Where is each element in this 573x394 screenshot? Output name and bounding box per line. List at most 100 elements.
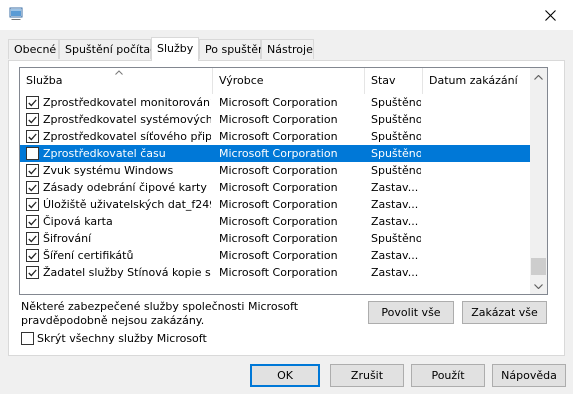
service-name: Zprostředkovatel systémových ... xyxy=(43,113,211,126)
service-disabled-date xyxy=(429,179,529,196)
service-checkbox[interactable] xyxy=(26,249,39,262)
service-status: Spuštěno xyxy=(371,130,421,143)
service-checkbox[interactable] xyxy=(26,181,39,194)
service-name: Úložiště uživatelských dat_f24924c xyxy=(43,198,211,211)
table-row[interactable]: Zásady odebrání čipové karty Microsoft Co… xyxy=(20,179,533,196)
enable-all-button[interactable]: Povolit vše xyxy=(368,301,454,324)
table-row[interactable]: Zprostředkovatel času Microsoft Corporati… xyxy=(20,145,533,162)
table-row[interactable]: Žadatel služby Stínová kopie sva... Micro… xyxy=(20,264,533,281)
service-vendor: Microsoft Corporation xyxy=(219,215,338,228)
ok-button[interactable]: OK xyxy=(250,364,320,387)
service-vendor: Microsoft Corporation xyxy=(219,96,338,109)
service-checkbox[interactable] xyxy=(26,96,39,109)
disable-all-button[interactable]: Zakázat vše xyxy=(462,301,547,324)
table-row[interactable]: Zvuk systému Windows Microsoft Corporatio… xyxy=(20,162,533,179)
service-name: Zprostředkovatel času xyxy=(43,147,166,160)
service-name: Čipová karta xyxy=(43,215,113,228)
chevron-up-icon xyxy=(534,70,543,83)
service-disabled-date xyxy=(429,162,529,179)
service-name: Šifrování xyxy=(43,232,92,245)
service-disabled-date xyxy=(429,111,529,128)
service-name: Zásady odebrání čipové karty xyxy=(43,181,207,194)
close-button[interactable] xyxy=(527,0,573,30)
checkmark-icon xyxy=(28,116,37,124)
checkmark-icon xyxy=(28,218,37,226)
service-checkbox[interactable] xyxy=(26,198,39,211)
service-disabled-date xyxy=(429,94,529,111)
service-vendor: Microsoft Corporation xyxy=(219,147,338,160)
column-header-vendor[interactable]: Výrobce xyxy=(213,68,365,94)
services-list[interactable]: Služba Výrobce Stav Datum zakázání Zpros… xyxy=(19,67,548,295)
service-status: Spuštěno xyxy=(371,232,421,245)
checkmark-icon xyxy=(28,99,37,107)
service-checkbox[interactable] xyxy=(26,113,39,126)
scroll-up-button[interactable] xyxy=(530,68,547,85)
service-vendor: Microsoft Corporation xyxy=(219,249,338,262)
checkmark-icon xyxy=(28,269,37,277)
service-name: Šíření certifikátů xyxy=(43,249,134,262)
table-row[interactable]: Šifrování Microsoft Corporation Spuštěno xyxy=(20,230,533,247)
service-name: Zprostředkovatel monitorování ... xyxy=(43,96,211,109)
service-status: Zastav... xyxy=(371,181,419,194)
chevron-down-icon xyxy=(534,279,543,292)
table-row[interactable]: Zprostředkovatel síťového připo... Micros… xyxy=(20,128,533,145)
title-bar xyxy=(0,0,573,30)
scroll-down-button[interactable] xyxy=(530,277,547,294)
service-disabled-date xyxy=(429,247,529,264)
service-vendor: Microsoft Corporation xyxy=(219,198,338,211)
service-vendor: Microsoft Corporation xyxy=(219,266,338,279)
column-label: Výrobce xyxy=(219,74,264,87)
service-checkbox[interactable] xyxy=(26,130,39,143)
service-checkbox[interactable] xyxy=(26,147,39,160)
apply-button[interactable]: Použít xyxy=(411,364,485,387)
table-row[interactable]: Úložiště uživatelských dat_f24924c Micros… xyxy=(20,196,533,213)
service-checkbox[interactable] xyxy=(26,164,39,177)
hide-microsoft-services-checkbox[interactable] xyxy=(21,332,34,345)
service-checkbox[interactable] xyxy=(26,232,39,245)
cancel-button[interactable]: Zrušit xyxy=(330,364,404,387)
msconfig-icon xyxy=(9,7,23,21)
column-header-status[interactable]: Stav xyxy=(365,68,423,94)
service-status: Spuštěno xyxy=(371,113,421,126)
table-row[interactable]: Čipová karta Microsoft Corporation Zastav.… xyxy=(20,213,533,230)
column-label: Stav xyxy=(371,74,396,87)
service-vendor: Microsoft Corporation xyxy=(219,113,338,126)
checkmark-icon xyxy=(28,252,37,260)
service-status: Spuštěno xyxy=(371,96,421,109)
tab-startup[interactable]: Po spuštění xyxy=(199,39,268,59)
column-label: Datum zakázání xyxy=(429,74,518,87)
column-header-service[interactable]: Služba xyxy=(20,68,213,94)
tab-boot[interactable]: Spuštění počítače xyxy=(59,39,163,59)
service-status: Spuštěno xyxy=(371,147,421,160)
service-vendor: Microsoft Corporation xyxy=(219,164,338,177)
tab-tools[interactable]: Nástroje xyxy=(261,39,314,59)
service-checkbox[interactable] xyxy=(26,266,39,279)
service-name: Zprostředkovatel síťového připo... xyxy=(43,130,211,143)
service-name: Žadatel služby Stínová kopie sva... xyxy=(43,266,211,279)
service-disabled-date xyxy=(429,230,529,247)
checkmark-icon xyxy=(28,133,37,141)
table-row[interactable]: Zprostředkovatel systémových ... Microsof… xyxy=(20,111,533,128)
tab-general[interactable]: Obecné xyxy=(8,39,59,59)
service-disabled-date xyxy=(429,128,529,145)
service-status: Zastav... xyxy=(371,198,419,211)
checkmark-icon xyxy=(28,235,37,243)
vertical-scrollbar[interactable] xyxy=(530,68,547,294)
column-label: Služba xyxy=(26,74,63,87)
help-button[interactable]: Nápověda xyxy=(492,364,566,387)
table-row[interactable]: Šíření certifikátů Microsoft Corporation Z… xyxy=(20,247,533,264)
scroll-thumb[interactable] xyxy=(531,258,546,275)
service-status: Zastav... xyxy=(371,266,419,279)
service-checkbox[interactable] xyxy=(26,215,39,228)
checkmark-icon xyxy=(28,167,37,175)
service-status: Zastav... xyxy=(371,215,419,228)
protected-services-note: Některé zabezpečené služby společnosti M… xyxy=(21,300,299,327)
service-status: Spuštěno xyxy=(371,164,421,177)
column-header-disabled-date[interactable]: Datum zakázání xyxy=(423,68,533,94)
service-name: Zvuk systému Windows xyxy=(43,164,174,177)
tab-services[interactable]: Služby xyxy=(151,37,199,61)
checkmark-icon xyxy=(28,184,37,192)
table-row[interactable]: Zprostředkovatel monitorování ... Microso… xyxy=(20,94,533,111)
service-status: Zastav... xyxy=(371,249,419,262)
hide-microsoft-services-label: Skrýt všechny služby Microsoft xyxy=(37,332,207,345)
